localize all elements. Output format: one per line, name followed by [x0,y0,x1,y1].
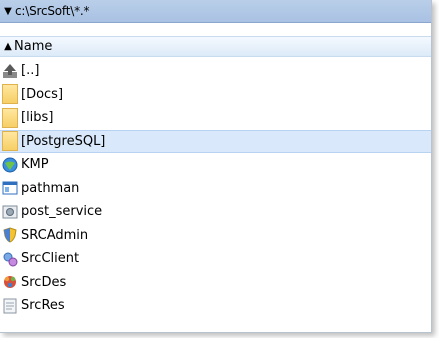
list-item-label: post_service [21,204,103,220]
path-bar[interactable]: ▼ c:\SrcSoft\*.* [0,0,431,23]
dropdown-arrow-icon[interactable]: ▼ [1,6,15,17]
list-item-label: SrcClient [21,251,80,267]
list-item[interactable]: [libs] [0,106,431,130]
colorful-app-icon [2,274,18,290]
list-item-label: pathman [21,180,80,196]
list-item-label: [..] [21,63,40,79]
window-app-icon [2,180,18,196]
current-path: c:\SrcSoft\*.* [15,4,90,18]
sort-ascending-icon: ▲ [4,41,12,52]
service-app-icon [2,204,18,220]
list-item-label: [PostgreSQL] [21,133,106,149]
folder-icon [2,131,18,152]
shield-app-icon [2,227,18,243]
list-item[interactable]: post_service [0,200,431,224]
list-item[interactable]: SrcClient [0,247,431,271]
globe-app-icon [2,157,18,173]
list-item-label: KMP [21,157,49,173]
column-header-label: Name [14,39,53,54]
file-list: [..] [Docs] [libs] [PostgreSQL] KMP path… [0,59,431,318]
column-header-name[interactable]: ▲ Name [0,36,431,57]
list-item[interactable]: KMP [0,153,431,177]
list-item-label: SrcDes [21,274,67,290]
list-item-label: SrcRes [21,298,65,314]
folder-icon [2,84,18,105]
list-item[interactable]: SRCAdmin [0,224,431,248]
list-item-label: [libs] [21,110,54,126]
list-item-selected[interactable]: [PostgreSQL] [0,129,431,153]
list-item[interactable]: SrcRes [0,294,431,318]
list-item-label: [Docs] [21,86,64,102]
list-item[interactable]: [Docs] [0,83,431,107]
list-item[interactable]: SrcDes [0,271,431,295]
document-app-icon [2,298,18,314]
list-item[interactable]: pathman [0,177,431,201]
list-item[interactable]: [..] [0,59,431,83]
up-folder-icon [2,63,18,79]
file-panel: ▼ c:\SrcSoft\*.* ▲ Name [..] [Docs] [lib… [0,0,432,333]
folder-icon [2,107,18,128]
list-item-label: SRCAdmin [21,227,89,243]
gears-app-icon [2,251,18,267]
